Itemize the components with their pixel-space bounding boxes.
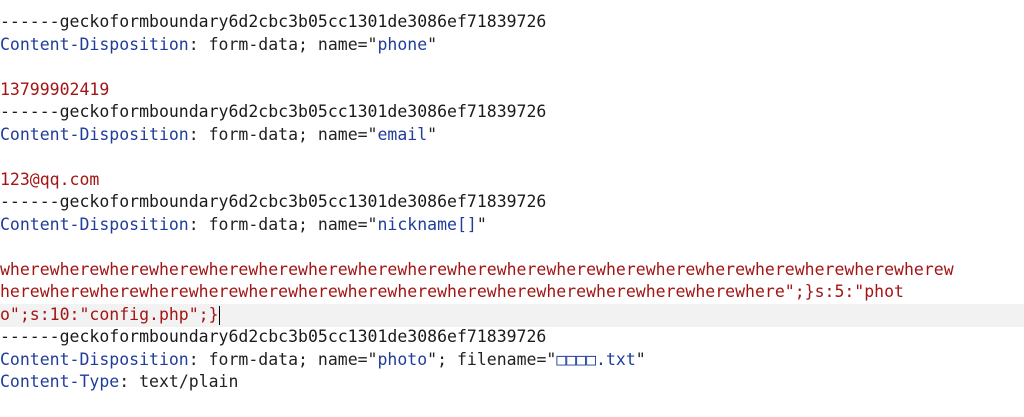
content-disposition-line: Content-Disposition: form-data; name="ni… [0, 214, 1024, 237]
header-name: Content-Type [0, 372, 120, 391]
header-name: Content-Disposition [0, 35, 189, 54]
filename-param: "; filename=" [427, 350, 557, 369]
header-params: : form-data; name=" [188, 125, 378, 144]
empty-line [0, 56, 1024, 79]
header-params: : form-data; name=" [188, 215, 378, 234]
quote: " [635, 350, 646, 369]
header-value: : text/plain [119, 372, 239, 391]
current-line[interactable]: o";s:10:"config.php";} [0, 304, 1024, 327]
empty-line [0, 146, 1024, 169]
empty-line [0, 236, 1024, 259]
quote: " [427, 35, 438, 54]
boundary-line: ------geckoformboundary6d2cbc3b05cc1301d… [0, 192, 547, 211]
content-disposition-line: Content-Disposition: form-data; name="ph… [0, 349, 1024, 372]
content-disposition-line: Content-Disposition: form-data; name="em… [0, 124, 1024, 147]
field-value-nickname-1: wherewherewherewherewherewherewherewhere… [0, 260, 954, 279]
header-params: : form-data; name=" [188, 350, 378, 369]
field-name: email [377, 125, 428, 144]
boundary-line: ------geckoformboundary6d2cbc3b05cc1301d… [0, 327, 547, 346]
header-name: Content-Disposition [0, 350, 189, 369]
header-name: Content-Disposition [0, 215, 189, 234]
content-type-line: Content-Type: text/plain [0, 371, 1024, 394]
field-name: phone [377, 35, 428, 54]
boundary-line: ------geckoformboundary6d2cbc3b05cc1301d… [0, 12, 547, 31]
field-value-nickname-2: herewherewherewherewherewherewherewherew… [0, 282, 904, 301]
field-name: nickname[] [377, 215, 477, 234]
boundary-line: ------geckoformboundary6d2cbc3b05cc1301d… [0, 102, 547, 121]
header-params: : form-data; name=" [188, 35, 378, 54]
field-value-email: 123@qq.com [0, 170, 100, 189]
request-body-editor[interactable]: ------geckoformboundary6d2cbc3b05cc1301d… [0, 0, 1024, 417]
quote: " [427, 125, 438, 144]
file-name: □□□□.txt [556, 350, 636, 369]
field-value-phone: 13799902419 [0, 80, 110, 99]
content-disposition-line: Content-Disposition: form-data; name="ph… [0, 34, 1024, 57]
header-name: Content-Disposition [0, 125, 189, 144]
field-name: photo [377, 350, 428, 369]
text-cursor [218, 306, 220, 325]
field-value-nickname-3: o";s:10:"config.php";} [0, 305, 219, 324]
quote: " [476, 215, 487, 234]
